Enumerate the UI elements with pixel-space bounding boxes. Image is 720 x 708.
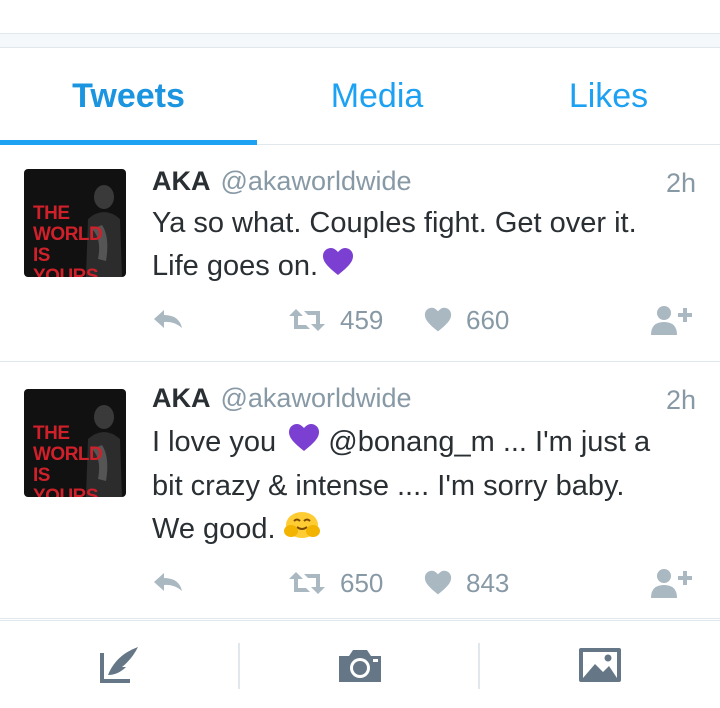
tweet-text-line-3: We good.: [152, 508, 700, 552]
camera-icon: [339, 650, 381, 682]
tweet-actions: 650 843: [152, 563, 700, 603]
follow-icon: [651, 306, 692, 335]
purple-heart-emoji: [322, 246, 354, 289]
tweet-text-line-2: bit crazy & intense .... I'm sorry baby.: [152, 469, 625, 502]
avatar[interactable]: THE WORLD IS YOURS: [24, 389, 126, 497]
tweet-header: AKA @akaworldwide: [152, 383, 412, 417]
compose-tweet-button[interactable]: [0, 621, 240, 708]
user-handle[interactable]: @akaworldwide: [221, 383, 412, 414]
compose-tweet-icon: [100, 647, 138, 683]
gallery-icon: [579, 648, 621, 682]
tweet-text-line-2: Life goes on.: [152, 245, 700, 289]
tweet-time: 2h: [665, 168, 696, 198]
tweet-text-line: I love you @bonang_m ... I'm just a: [152, 421, 700, 465]
tweet-actions: 459 660: [152, 300, 700, 340]
reply-button[interactable]: [152, 300, 184, 340]
reply-icon: [154, 310, 182, 328]
camera-button[interactable]: [240, 621, 480, 708]
tweet-2[interactable]: THE WORLD IS YOURS AKA @akaworldwide 2h …: [0, 363, 720, 619]
tab-tweets[interactable]: Tweets: [0, 48, 257, 145]
user-name[interactable]: AKA: [152, 383, 211, 414]
reply-icon: [154, 573, 182, 591]
heart-icon: [424, 570, 452, 595]
tweet-1[interactable]: THE WORLD IS YOURS AKA @akaworldwide 2h …: [0, 146, 720, 362]
like-button[interactable]: 660: [424, 300, 509, 340]
retweet-icon: [289, 309, 325, 331]
follow-button[interactable]: [650, 300, 694, 340]
bottom-action-bar: [0, 620, 720, 708]
reply-button[interactable]: [152, 563, 184, 603]
heart-icon: [424, 307, 452, 332]
avatar-text: THE WORLD IS YOURS: [33, 203, 103, 277]
active-tab-indicator: [0, 140, 257, 145]
retweet-icon: [289, 572, 325, 594]
like-count: 843: [466, 567, 510, 598]
section-gap: [0, 34, 720, 48]
top-strip: [0, 0, 720, 34]
hugging-face-emoji: [282, 509, 322, 552]
tweet-text-line: Ya so what. Couples fight. Get over it.: [152, 207, 637, 239]
tweet-text: Ya so what. Couples fight. Get over it. …: [152, 202, 700, 289]
tweet-header: AKA @akaworldwide: [152, 166, 412, 200]
retweet-button[interactable]: 459: [288, 300, 383, 340]
tweet-time: 2h: [665, 385, 696, 415]
user-name[interactable]: AKA: [152, 166, 211, 197]
avatar-text: THE WORLD IS YOURS: [33, 423, 103, 497]
profile-tabs: Tweets Media Likes: [0, 48, 720, 145]
tweet-text: I love you @bonang_m ... I'm just a bit …: [152, 421, 700, 552]
follow-button[interactable]: [650, 563, 694, 603]
mention-link[interactable]: @bonang_m ... I'm just a: [328, 426, 650, 458]
tab-likes[interactable]: Likes: [497, 48, 720, 145]
retweet-count: 650: [340, 567, 384, 598]
retweet-button[interactable]: 650: [288, 563, 383, 603]
like-count: 660: [466, 304, 510, 335]
avatar[interactable]: THE WORLD IS YOURS: [24, 169, 126, 277]
retweet-count: 459: [340, 304, 384, 335]
follow-icon: [651, 569, 692, 598]
purple-heart-emoji: [288, 422, 320, 465]
user-handle[interactable]: @akaworldwide: [221, 166, 412, 197]
tab-media[interactable]: Media: [257, 48, 497, 145]
gallery-button[interactable]: [480, 621, 720, 708]
like-button[interactable]: 843: [424, 563, 509, 603]
